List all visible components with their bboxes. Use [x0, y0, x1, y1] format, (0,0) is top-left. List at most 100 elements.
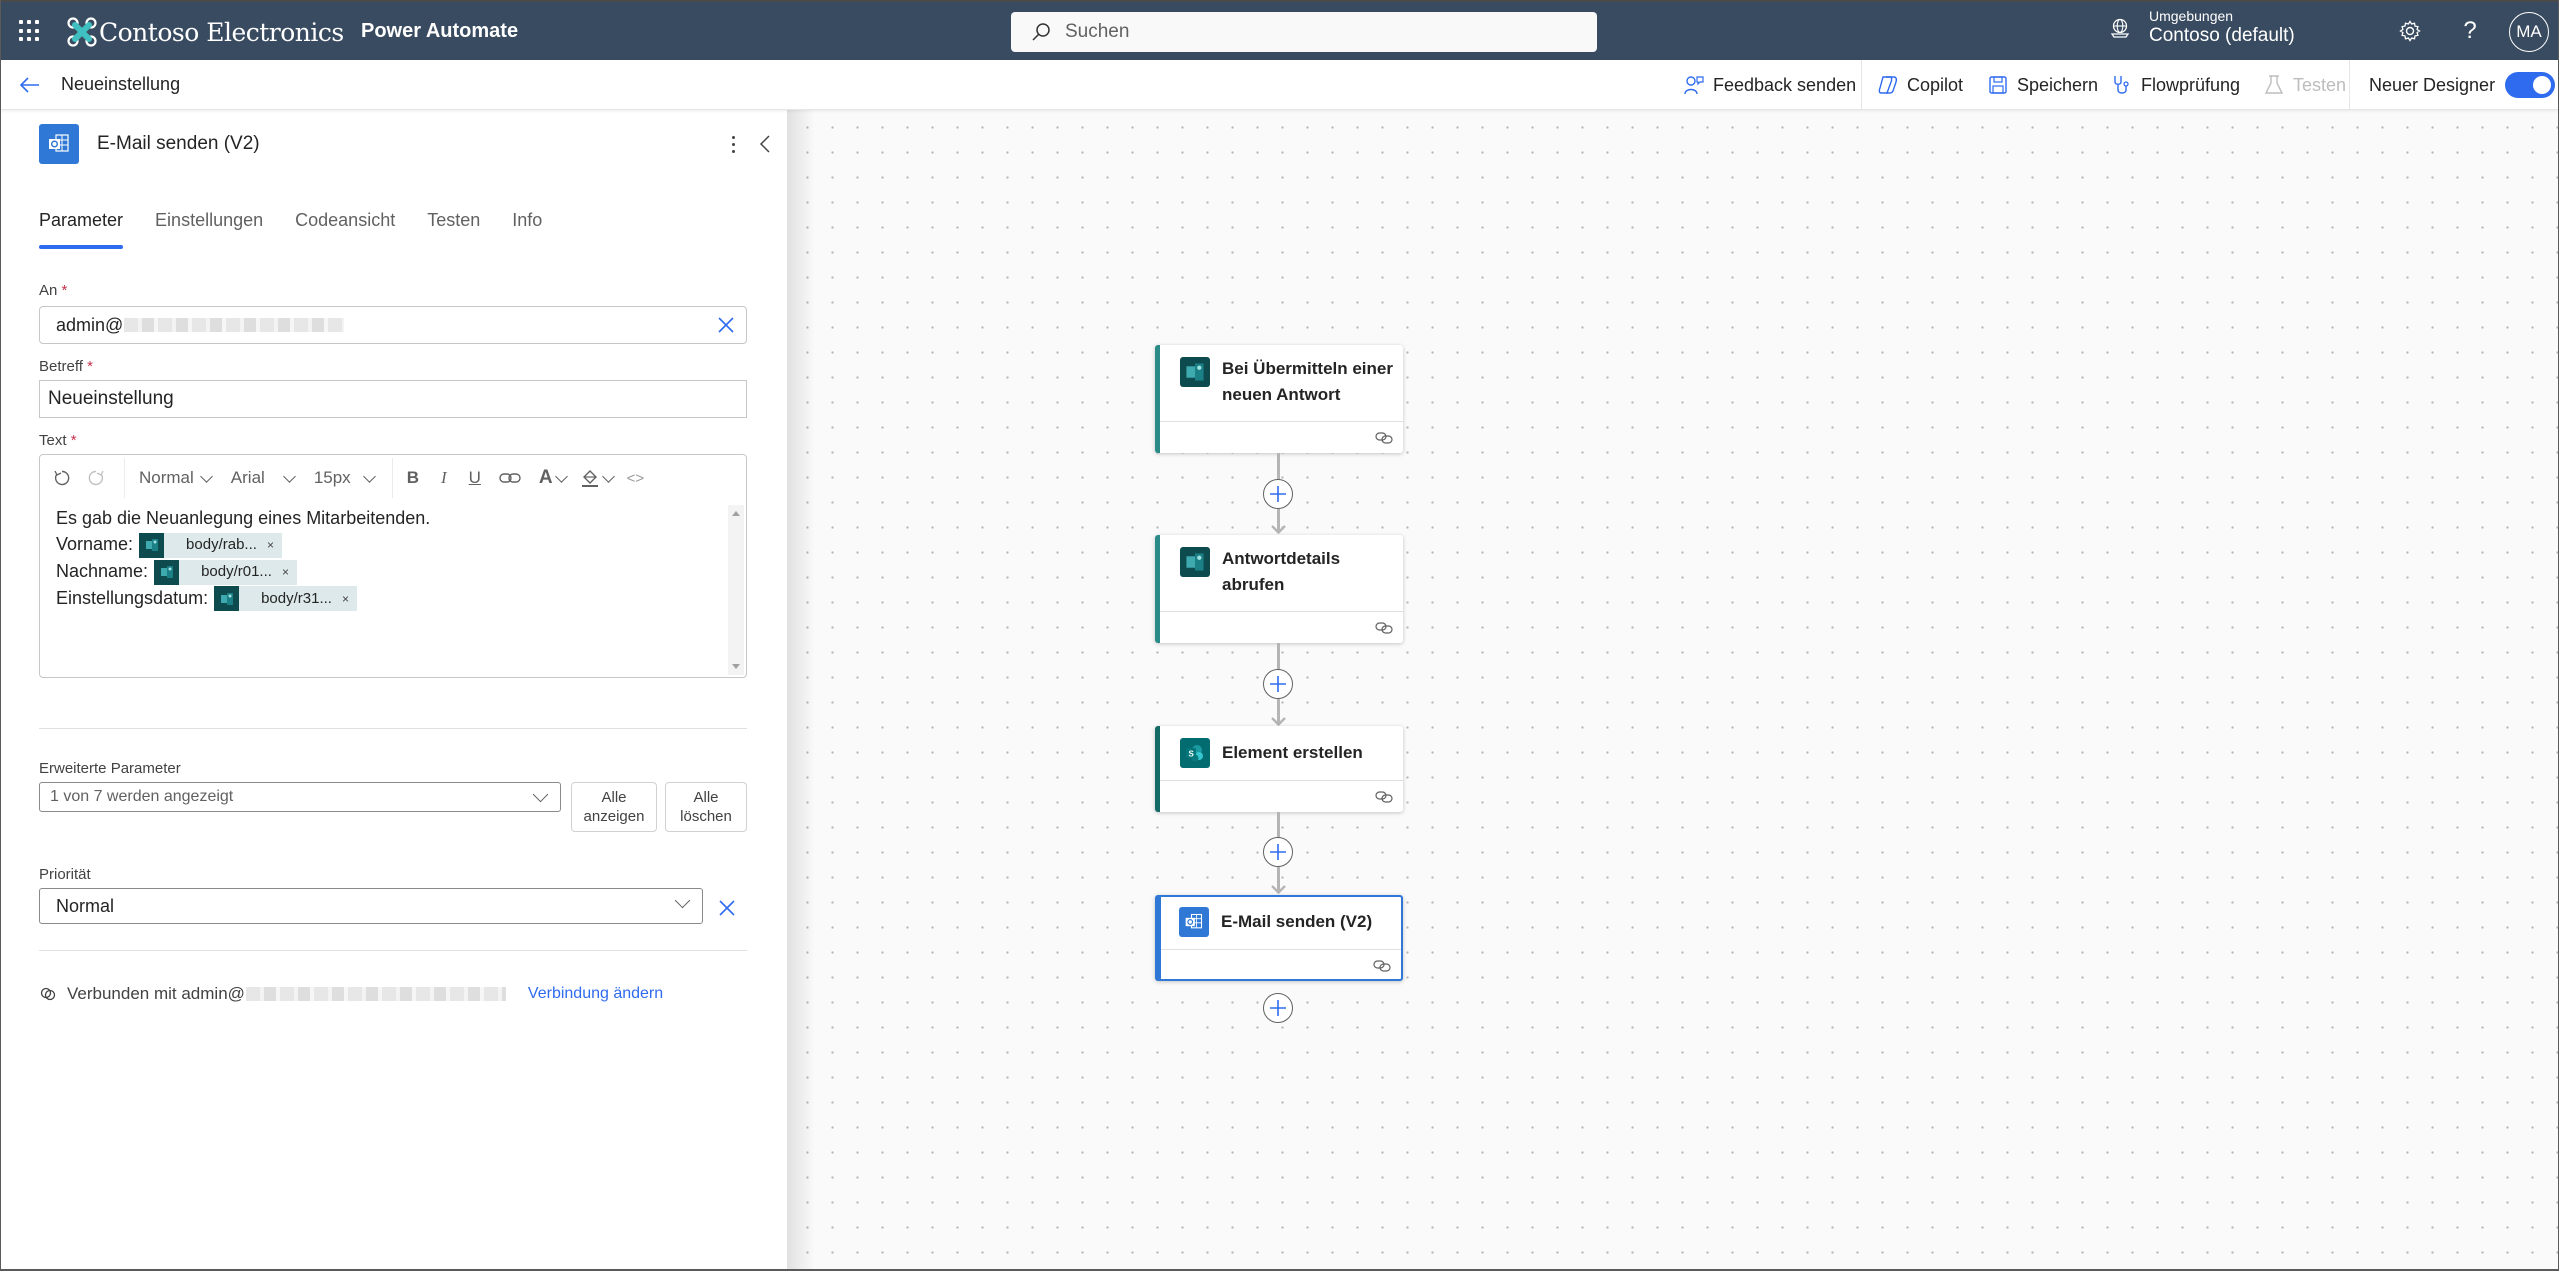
underline-button[interactable]: U — [469, 468, 481, 488]
remove-token-icon[interactable]: × — [342, 586, 349, 612]
scroll-down-icon[interactable] — [732, 664, 740, 669]
body-field-line: Vorname: body/rab... × — [56, 531, 430, 558]
flow-canvas[interactable]: Bei Übermitteln einer neuen Antwort Antw… — [787, 110, 2558, 1269]
subject-field[interactable] — [39, 380, 747, 418]
font-size-dropdown[interactable]: 15px — [314, 468, 376, 488]
add-step-button[interactable] — [1263, 479, 1293, 509]
highlight-dropdown[interactable] — [580, 468, 615, 488]
toggle-switch[interactable] — [2505, 72, 2556, 98]
priority-label: Priorität — [39, 866, 91, 883]
user-avatar[interactable]: MA — [2509, 12, 2549, 52]
settings-gear-icon[interactable] — [2397, 18, 2423, 44]
tab-code-view[interactable]: Codeansicht — [295, 210, 395, 249]
flow-node-send-email[interactable]: E-Mail senden (V2) — [1155, 895, 1403, 981]
panel-header: E-Mail senden (V2) — [39, 124, 779, 164]
separator — [124, 458, 125, 498]
copilot-label: Copilot — [1907, 74, 1964, 95]
paragraph-style-dropdown[interactable]: Normal — [139, 468, 213, 488]
font-color-dropdown[interactable]: A — [539, 467, 568, 489]
clear-priority-icon[interactable] — [717, 898, 737, 918]
show-all-button[interactable]: Alle anzeigen — [571, 782, 657, 832]
tab-testing[interactable]: Testen — [427, 210, 480, 249]
remove-token-icon[interactable]: × — [267, 532, 274, 558]
italic-button[interactable]: I — [441, 468, 447, 488]
save-icon — [1989, 76, 2007, 94]
redacted-email — [124, 318, 345, 332]
connection-link-icon — [1375, 432, 1393, 444]
search-input[interactable] — [1065, 21, 1545, 43]
tab-settings[interactable]: Einstellungen — [155, 210, 263, 249]
add-step-button[interactable] — [1263, 837, 1293, 867]
tab-info[interactable]: Info — [512, 210, 542, 249]
subject-input[interactable] — [48, 388, 738, 410]
editor-scrollbar[interactable] — [728, 505, 744, 675]
advanced-params-dropdown[interactable]: 1 von 7 werden angezeigt — [39, 782, 561, 812]
collapse-panel-icon[interactable] — [755, 130, 775, 158]
node-title: E-Mail senden (V2) — [1221, 912, 1373, 931]
copilot-button[interactable]: Copilot — [1877, 72, 1963, 98]
flow-checker-button[interactable]: Flowprüfung — [2111, 72, 2240, 98]
arrow-down-icon — [1271, 717, 1286, 726]
tab-parameter[interactable]: Parameter — [39, 210, 124, 249]
node-footer — [1160, 611, 1403, 643]
dynamic-token[interactable]: body/r31... × — [214, 586, 357, 612]
editor-content[interactable]: Es gab die Neuanlegung eines Mitarbeiten… — [56, 505, 431, 612]
add-step-button[interactable] — [1263, 669, 1293, 699]
feedback-button[interactable]: Feedback senden — [1683, 72, 1856, 98]
redo-icon[interactable] — [86, 468, 106, 488]
undo-icon[interactable] — [52, 468, 72, 488]
scroll-up-icon[interactable] — [732, 511, 740, 516]
divider — [39, 950, 747, 951]
priority-dropdown[interactable]: Normal — [39, 888, 703, 924]
search-box[interactable] — [1011, 12, 1597, 52]
chevron-down-icon — [199, 469, 213, 483]
connection-link-icon — [1375, 622, 1393, 634]
flow-node-get-response[interactable]: Antwortdetails abrufen — [1155, 535, 1403, 643]
more-options-icon[interactable] — [723, 130, 743, 158]
environment-picker[interactable]: Umgebungen Contoso (default) — [2109, 8, 2295, 48]
to-value: admin@ — [56, 314, 124, 335]
dynamic-token[interactable]: body/r01... × — [154, 559, 297, 585]
connection-link-icon — [1373, 960, 1391, 972]
clear-all-button[interactable]: Alle löschen — [665, 782, 747, 832]
node-footer — [1161, 949, 1401, 979]
brand[interactable]: Contoso Electronics — [67, 14, 344, 50]
save-label: Speichern — [2017, 74, 2099, 95]
new-designer-toggle[interactable]: Neuer Designer — [2369, 72, 2556, 98]
clear-to-icon[interactable] — [716, 315, 736, 335]
node-title: Bei Übermitteln einer neuen Antwort — [1222, 359, 1393, 404]
add-step-button[interactable] — [1263, 993, 1293, 1023]
change-connection-link[interactable]: Verbindung ändern — [528, 985, 663, 1003]
advanced-params-label: Erweiterte Parameter — [39, 760, 181, 777]
flow-node-trigger[interactable]: Bei Übermitteln einer neuen Antwort — [1155, 345, 1403, 453]
app-name[interactable]: Power Automate — [361, 20, 518, 43]
back-arrow-icon[interactable] — [17, 72, 43, 98]
font-dropdown[interactable]: Arial — [231, 468, 296, 488]
help-icon[interactable]: ? — [2457, 17, 2483, 44]
environment-value: Contoso (default) — [2149, 25, 2295, 46]
contoso-logo-icon — [67, 17, 97, 47]
body-label-text: Text — [39, 432, 67, 449]
editor-toolbar: Normal Arial 15px B I U A <> — [40, 455, 746, 501]
link-icon[interactable] — [499, 471, 521, 485]
body-editor[interactable]: Normal Arial 15px B I U A <> Es gab die … — [39, 454, 747, 678]
chevron-down-icon — [554, 469, 568, 483]
chevron-down-icon — [532, 786, 549, 803]
test-button[interactable]: Testen — [2263, 72, 2346, 98]
forms-icon — [214, 586, 240, 612]
remove-token-icon[interactable]: × — [282, 559, 289, 585]
connection-link-icon — [40, 987, 56, 1001]
priority-value: Normal — [56, 895, 115, 916]
brand-name: Contoso Electronics — [99, 17, 344, 47]
code-view-button[interactable]: <> — [627, 470, 645, 487]
save-button[interactable]: Speichern — [1987, 72, 2098, 98]
command-bar: Neueinstellung Feedback senden Copilot S… — [1, 60, 2558, 110]
bold-button[interactable]: B — [407, 468, 419, 488]
app-launcher-icon[interactable] — [19, 20, 41, 42]
dynamic-token[interactable]: body/rab... × — [139, 532, 282, 558]
token-text: body/r31... — [261, 589, 332, 607]
flow-node-create-item[interactable]: S Element erstellen — [1155, 726, 1403, 812]
field-label: Einstellungsdatum: — [56, 587, 209, 608]
body-line: Es gab die Neuanlegung eines Mitarbeiten… — [56, 508, 431, 528]
to-field[interactable]: admin@ — [39, 306, 747, 344]
